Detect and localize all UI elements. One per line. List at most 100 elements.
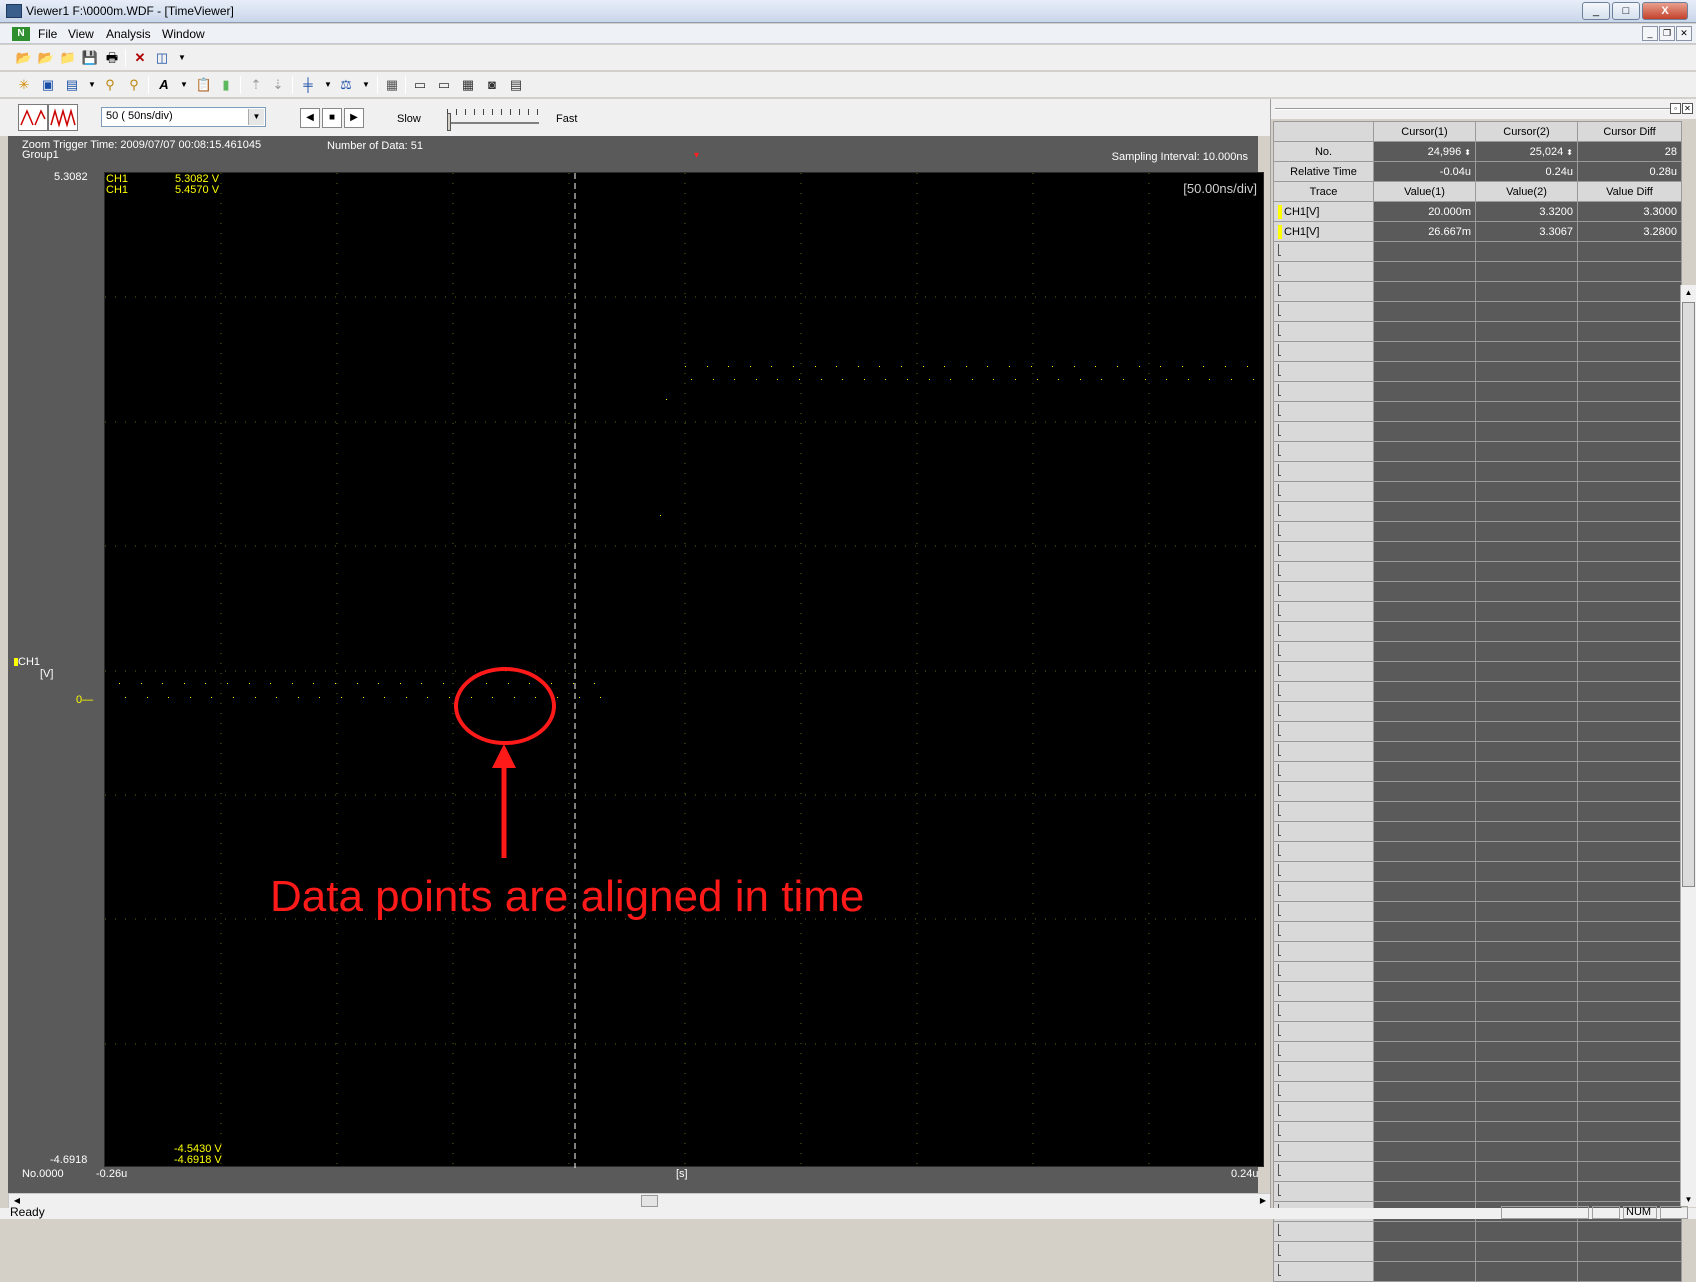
empty-trace-cell[interactable] (1273, 1081, 1374, 1102)
empty-trace-cell[interactable] (1273, 261, 1374, 282)
empty-trace-cell[interactable] (1273, 561, 1374, 582)
empty-trace-row[interactable] (1273, 461, 1682, 482)
annotation-dropdown-icon[interactable]: ▼ (174, 75, 194, 94)
empty-trace-row[interactable] (1273, 361, 1682, 382)
play-reverse-button[interactable]: ◀ (300, 108, 320, 128)
empty-trace-row[interactable] (1273, 261, 1682, 282)
empty-trace-cell[interactable] (1273, 1221, 1374, 1242)
empty-trace-row[interactable] (1273, 781, 1682, 802)
empty-trace-row[interactable] (1273, 801, 1682, 822)
empty-trace-row[interactable] (1273, 701, 1682, 722)
empty-trace-cell[interactable] (1273, 241, 1374, 262)
cursor-dropdown-icon[interactable]: ▼ (318, 75, 338, 94)
view-3-icon[interactable]: ▦ (458, 75, 478, 94)
delete-icon[interactable]: ✕ (130, 48, 150, 67)
empty-trace-cell[interactable] (1273, 601, 1374, 622)
empty-trace-cell[interactable] (1273, 801, 1374, 822)
empty-trace-row[interactable] (1273, 941, 1682, 962)
print-icon[interactable]: 🖶 (102, 48, 122, 67)
empty-trace-cell[interactable] (1273, 321, 1374, 342)
empty-trace-row[interactable] (1273, 1121, 1682, 1142)
cursor-icon[interactable]: ╪ (298, 75, 318, 94)
empty-trace-row[interactable] (1273, 541, 1682, 562)
empty-trace-row[interactable] (1273, 901, 1682, 922)
close-button[interactable]: X (1642, 2, 1688, 20)
empty-trace-cell[interactable] (1273, 841, 1374, 862)
empty-trace-cell[interactable] (1273, 461, 1374, 482)
empty-trace-row[interactable] (1273, 681, 1682, 702)
empty-trace-row[interactable] (1273, 281, 1682, 302)
empty-trace-cell[interactable] (1273, 741, 1374, 762)
empty-trace-row[interactable] (1273, 341, 1682, 362)
empty-trace-cell[interactable] (1273, 701, 1374, 722)
empty-trace-row[interactable] (1273, 1061, 1682, 1082)
mdi-restore-button[interactable]: ❐ (1659, 26, 1675, 41)
empty-trace-cell[interactable] (1273, 881, 1374, 902)
channel-icon[interactable]: ▤ (62, 75, 82, 94)
empty-trace-cell[interactable] (1273, 961, 1374, 982)
zoom-out-icon[interactable]: ⚲ (124, 75, 144, 94)
empty-trace-row[interactable] (1273, 641, 1682, 662)
waveform-plot[interactable]: [50.00ns/div] (104, 172, 1265, 1168)
layout-icon[interactable]: ◫ (152, 48, 172, 67)
empty-trace-cell[interactable] (1273, 921, 1374, 942)
empty-trace-row[interactable] (1273, 1081, 1682, 1102)
empty-trace-cell[interactable] (1273, 621, 1374, 642)
empty-trace-row[interactable] (1273, 501, 1682, 522)
empty-trace-row[interactable] (1273, 721, 1682, 742)
empty-trace-row[interactable] (1273, 841, 1682, 862)
empty-trace-cell[interactable] (1273, 1001, 1374, 1022)
empty-trace-cell[interactable] (1273, 721, 1374, 742)
chevron-down-icon[interactable]: ▼ (248, 109, 264, 125)
panel-restore-icon[interactable]: ▫ (1670, 103, 1681, 114)
empty-trace-row[interactable] (1273, 621, 1682, 642)
monitor-icon[interactable]: ▣ (38, 75, 58, 94)
document-icon[interactable]: N (12, 27, 30, 41)
empty-trace-cell[interactable] (1273, 401, 1374, 422)
empty-trace-row[interactable] (1273, 921, 1682, 942)
empty-trace-row[interactable] (1273, 441, 1682, 462)
empty-trace-cell[interactable] (1273, 681, 1374, 702)
speed-slider-thumb[interactable] (447, 113, 451, 131)
empty-trace-cell[interactable] (1273, 301, 1374, 322)
empty-trace-row[interactable] (1273, 241, 1682, 262)
empty-trace-cell[interactable] (1273, 441, 1374, 462)
empty-trace-cell[interactable] (1273, 501, 1374, 522)
clipboard-icon[interactable]: 📋 (194, 75, 214, 94)
empty-trace-cell[interactable] (1273, 281, 1374, 302)
empty-trace-row[interactable] (1273, 521, 1682, 542)
speed-slider[interactable] (447, 109, 539, 131)
empty-trace-row[interactable] (1273, 301, 1682, 322)
menu-file[interactable]: File (38, 27, 57, 41)
empty-trace-row[interactable] (1273, 401, 1682, 422)
empty-trace-cell[interactable] (1273, 541, 1374, 562)
empty-trace-cell[interactable] (1273, 781, 1374, 802)
panel-close-icon[interactable]: ✕ (1682, 103, 1693, 114)
menu-view[interactable]: View (68, 27, 94, 41)
empty-trace-row[interactable] (1273, 321, 1682, 342)
scroll-down-icon[interactable]: ▼ (1681, 1192, 1696, 1207)
empty-trace-row[interactable] (1273, 1221, 1682, 1242)
scroll-up-icon[interactable]: ▲ (1681, 285, 1696, 300)
empty-trace-cell[interactable] (1273, 861, 1374, 882)
horizontal-scrollbar[interactable]: ◀ ▶ (8, 1193, 1272, 1209)
empty-trace-row[interactable] (1273, 581, 1682, 602)
empty-trace-row[interactable] (1273, 381, 1682, 402)
horizontal-scroll-thumb[interactable] (641, 1195, 658, 1207)
empty-trace-row[interactable] (1273, 561, 1682, 582)
layout-dropdown-icon[interactable]: ▼ (172, 48, 192, 67)
zoom-in-icon[interactable]: ⚲ (100, 75, 120, 94)
open-multi-icon[interactable]: 📂 (36, 48, 56, 67)
calculator-icon[interactable]: ▦ (382, 75, 402, 94)
trace-row[interactable]: CH1[V] 26.667m 3.3067 3.2800 (1273, 221, 1682, 242)
empty-trace-row[interactable] (1273, 961, 1682, 982)
empty-trace-cell[interactable] (1273, 421, 1374, 442)
annotation-icon[interactable]: A (154, 75, 174, 94)
table-view-icon[interactable]: ▤ (506, 75, 526, 94)
vertical-scrollbar[interactable]: ▲ ▼ (1680, 285, 1696, 1207)
trace-name-cell[interactable]: CH1[V] (1273, 201, 1374, 222)
trigger-icon[interactable]: ✳ (14, 75, 34, 94)
empty-trace-cell[interactable] (1273, 581, 1374, 602)
empty-trace-cell[interactable] (1273, 1241, 1374, 1262)
empty-trace-row[interactable] (1273, 1101, 1682, 1122)
